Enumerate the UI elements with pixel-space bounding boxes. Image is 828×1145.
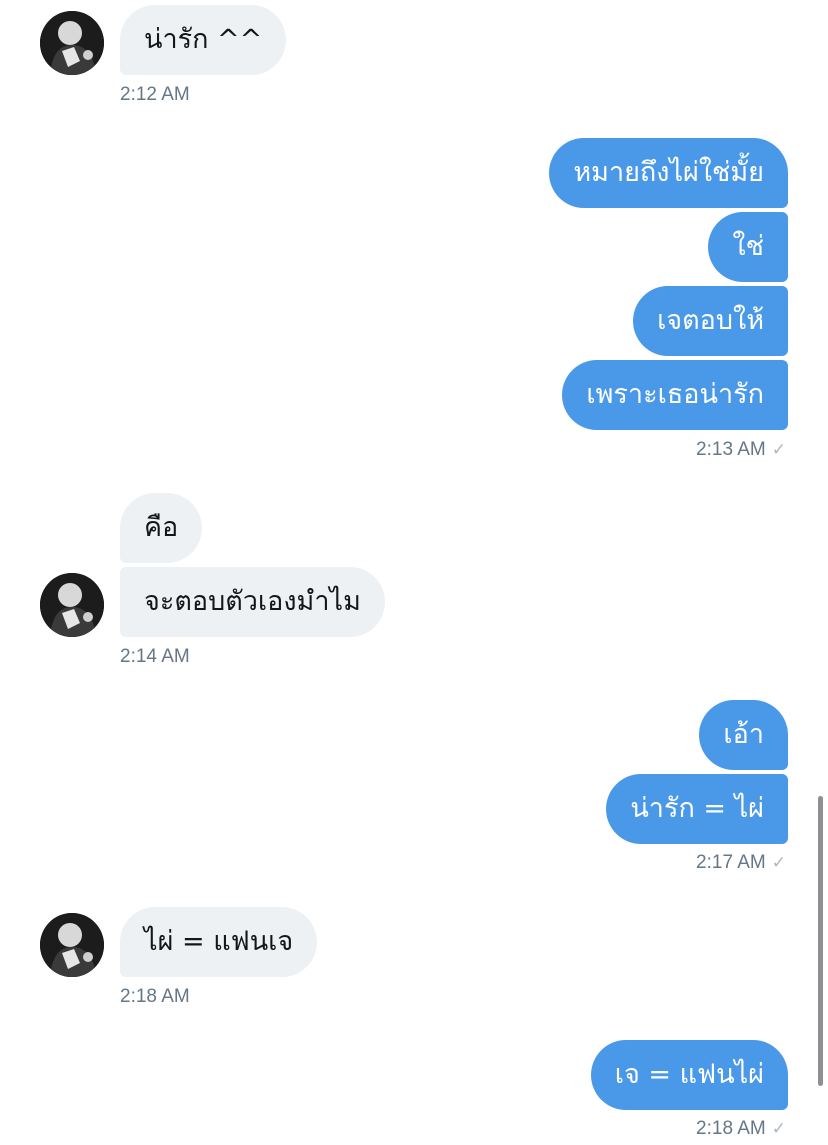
avatar[interactable]	[40, 11, 104, 75]
message-timestamp: 2:18 AM ✓	[696, 1118, 786, 1140]
message-bubble-incoming[interactable]: คือ	[120, 493, 203, 563]
message-bubble-incoming[interactable]: น่ารัก ^^	[120, 5, 287, 75]
message-timestamp: 2:18 AM	[120, 986, 190, 1007]
message-bubble-incoming[interactable]: จะตอบตัวเองมำไม	[120, 567, 385, 637]
timestamp-text: 2:18 AM	[696, 1118, 766, 1139]
avatar-image	[40, 913, 104, 977]
message-timestamp: 2:14 AM	[120, 646, 190, 667]
message-bubble-outgoing[interactable]: ใช่	[708, 212, 788, 282]
message-timestamp: 2:12 AM	[120, 84, 190, 105]
timestamp-text: 2:17 AM	[696, 852, 766, 873]
message-bubble-outgoing[interactable]: น่ารัก = ไผ่	[606, 774, 788, 844]
checkmark-icon: ✓	[771, 1119, 786, 1138]
checkmark-icon: ✓	[771, 853, 786, 872]
avatar[interactable]	[40, 913, 104, 977]
message-timestamp: 2:13 AM ✓	[696, 439, 786, 461]
timestamp-text: 2:13 AM	[696, 439, 766, 460]
avatar-image	[40, 11, 104, 75]
message-timestamp: 2:17 AM ✓	[696, 852, 786, 874]
avatar-image	[40, 573, 104, 637]
message-bubble-outgoing[interactable]: เอ้า	[699, 700, 788, 770]
message-bubble-outgoing[interactable]: หมายถึงไผ่ใช่มั้ย	[549, 138, 788, 208]
message-bubble-outgoing[interactable]: เจตอบให้	[633, 286, 788, 356]
scrollbar-thumb[interactable]	[818, 796, 823, 1086]
message-bubble-outgoing[interactable]: เจ = แฟนไผ่	[590, 1040, 788, 1110]
checkmark-icon: ✓	[771, 440, 786, 459]
message-bubble-outgoing[interactable]: เพราะเธอน่ารัก	[562, 360, 788, 430]
avatar[interactable]	[40, 573, 104, 637]
message-bubble-incoming[interactable]: ไผ่ = แฟนเจ	[120, 907, 318, 977]
